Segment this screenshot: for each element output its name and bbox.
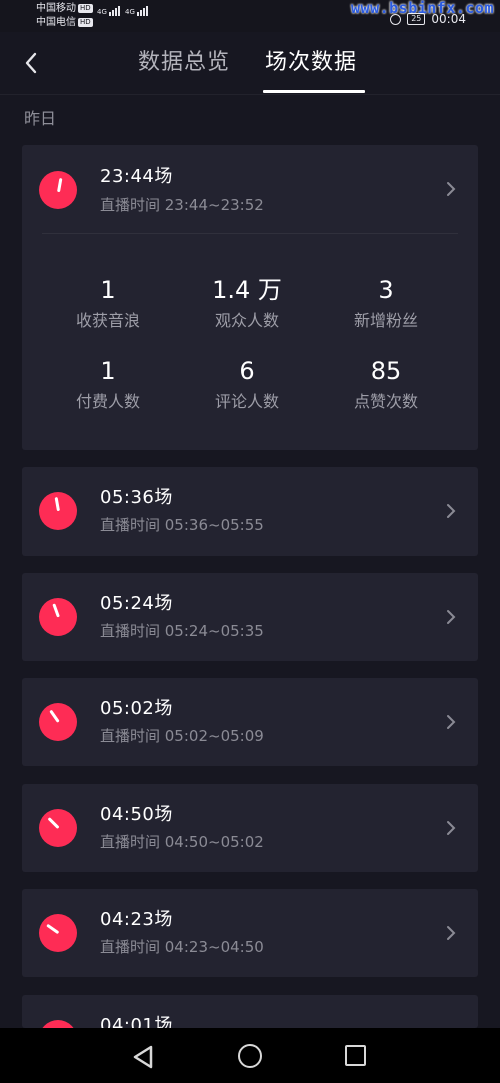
session-card[interactable]: 05:36场 直播时间 05:36~05:55 <box>22 467 478 556</box>
session-card[interactable]: 05:02场 直播时间 05:02~05:09 <box>22 678 478 766</box>
session-title: 05:02场 <box>100 698 173 719</box>
carrier-2: 中国电信 HD <box>36 17 93 28</box>
session-time: 直播时间 05:24~05:35 <box>100 622 264 640</box>
stat-likes: 85 点赞次数 <box>353 357 418 411</box>
clock-icon <box>39 598 77 636</box>
clock-icon <box>39 703 77 741</box>
session-time: 直播时间 04:23~04:50 <box>100 938 264 956</box>
section-label-yesterday: 昨日 <box>24 109 57 128</box>
back-button[interactable] <box>22 52 40 74</box>
signal-icon: 4G <box>97 6 121 16</box>
clock-icon <box>39 809 77 847</box>
clock-icon <box>39 492 77 530</box>
header: 数据总览 场次数据 <box>0 32 500 94</box>
stat-payers: 1 付费人数 <box>75 357 140 411</box>
watermark: www.bsbinfx.com <box>351 0 494 17</box>
stat-yinlang: 1 收获音浪 <box>75 276 140 330</box>
session-title: 04:50场 <box>100 804 173 825</box>
chevron-right-icon <box>447 715 456 729</box>
session-card-expanded[interactable]: 23:44场 直播时间 23:44~23:52 1 收获音浪 1.4 万观众人数 … <box>22 145 478 450</box>
clock-icon <box>39 914 77 952</box>
chevron-right-icon <box>447 182 456 196</box>
system-nav-bar <box>0 1028 500 1083</box>
session-title: 04:01场 <box>100 1015 173 1028</box>
tab-overview[interactable]: 数据总览 <box>138 46 230 80</box>
nav-home-icon[interactable] <box>238 1044 262 1068</box>
chevron-right-icon <box>447 821 456 835</box>
nav-recent-apps-icon[interactable] <box>345 1045 366 1066</box>
carrier-1: 中国移动 HD <box>36 3 93 14</box>
nav-back-icon[interactable] <box>132 1045 154 1069</box>
session-title: 23:44场 <box>100 166 173 187</box>
session-time: 直播时间 23:44~23:52 <box>100 196 264 214</box>
card-divider <box>42 233 458 234</box>
stat-viewers: 1.4 万观众人数 <box>212 276 282 330</box>
signal-icon-2: 4G <box>125 6 149 16</box>
session-title: 05:36场 <box>100 487 173 508</box>
clock-icon <box>39 1020 77 1028</box>
session-card[interactable]: 04:01场 <box>22 995 478 1028</box>
active-tab-indicator <box>263 90 365 93</box>
session-title: 04:23场 <box>100 909 173 930</box>
session-card[interactable]: 04:23场 直播时间 04:23~04:50 <box>22 889 478 977</box>
session-time: 直播时间 04:50~05:02 <box>100 833 264 851</box>
tab-sessions[interactable]: 场次数据 <box>265 46 357 80</box>
back-arrow-icon <box>25 52 37 74</box>
stat-new-fans: 3 新增粉丝 <box>353 276 418 330</box>
session-card[interactable]: 04:50场 直播时间 04:50~05:02 <box>22 784 478 872</box>
session-time: 直播时间 05:02~05:09 <box>100 727 264 745</box>
chevron-right-icon <box>447 926 456 940</box>
clock-icon <box>39 171 77 209</box>
chevron-right-icon <box>447 504 456 518</box>
status-bar: 中国移动 HD 中国电信 HD 4G 4G 25 00:04 www.bsbinfx… <box>0 0 500 32</box>
chevron-right-icon <box>447 610 456 624</box>
session-title: 05:24场 <box>100 593 173 614</box>
session-card[interactable]: 05:24场 直播时间 05:24~05:35 <box>22 573 478 661</box>
stat-commenters: 6 评论人数 <box>214 357 279 411</box>
session-time: 直播时间 05:36~05:55 <box>100 516 264 534</box>
header-divider <box>0 94 500 95</box>
